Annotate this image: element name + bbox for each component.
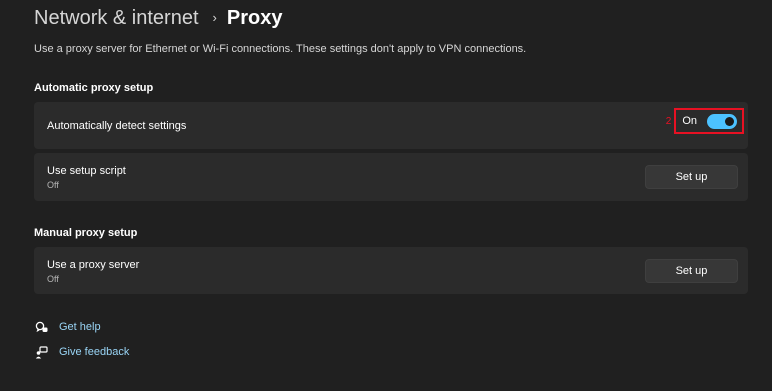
setup-script-label: Use setup script [47, 165, 126, 177]
toggle-knob [725, 116, 734, 126]
proxy-server-status: Off [47, 274, 59, 284]
setup-script-card: Use setup script Off Set up [34, 153, 748, 201]
proxy-settings-page: Network & internet › Proxy Use a proxy s… [0, 0, 772, 391]
page-title: Proxy [226, 6, 283, 29]
help-chat-icon [34, 320, 48, 334]
give-feedback-label: Give feedback [59, 346, 130, 358]
setup-script-button[interactable]: Set up [645, 165, 738, 189]
proxy-server-card: Use a proxy server Off Set up [34, 247, 748, 294]
give-feedback-link[interactable]: Give feedback [34, 345, 129, 359]
page-description: Use a proxy server for Ethernet or Wi-Fi… [34, 43, 527, 55]
proxy-server-setup-button[interactable]: Set up [645, 259, 738, 283]
annotation-marker: 2 [665, 115, 672, 127]
proxy-server-label: Use a proxy server [47, 259, 140, 271]
feedback-icon [34, 345, 48, 359]
manual-proxy-heading: Manual proxy setup [34, 227, 138, 239]
breadcrumb-network-internet[interactable]: Network & internet [34, 7, 199, 30]
breadcrumb: Network & internet › Proxy [34, 4, 282, 32]
auto-detect-settings-card: Automatically detect settings 2 On [34, 102, 748, 149]
get-help-link[interactable]: Get help [34, 320, 101, 334]
automatic-proxy-heading: Automatic proxy setup [34, 82, 154, 94]
breadcrumb-separator-icon: › [212, 9, 217, 25]
auto-detect-toggle-area: 2 On [666, 108, 744, 134]
toggle-switch-icon[interactable] [707, 113, 737, 129]
get-help-label: Get help [59, 321, 101, 333]
auto-detect-toggle[interactable]: On [674, 108, 744, 134]
auto-detect-label: Automatically detect settings [47, 120, 187, 132]
setup-script-status: Off [47, 180, 59, 190]
toggle-state-label: On [682, 115, 697, 127]
